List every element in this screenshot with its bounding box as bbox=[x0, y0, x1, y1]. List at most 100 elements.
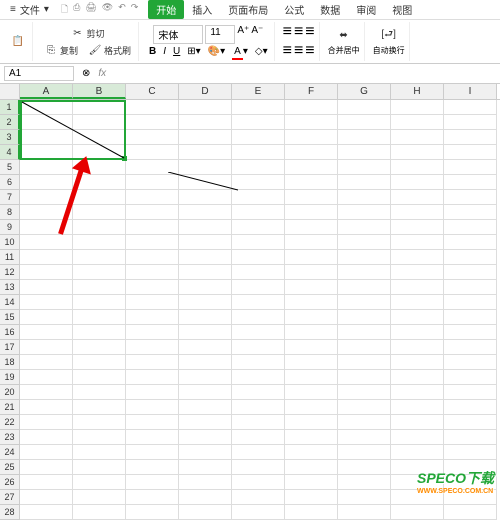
cell[interactable] bbox=[73, 130, 126, 145]
cell[interactable] bbox=[444, 130, 497, 145]
cell[interactable] bbox=[285, 280, 338, 295]
cell[interactable] bbox=[391, 295, 444, 310]
cell[interactable] bbox=[391, 370, 444, 385]
cell[interactable] bbox=[73, 115, 126, 130]
cell[interactable] bbox=[126, 310, 179, 325]
cell[interactable] bbox=[285, 430, 338, 445]
cell[interactable] bbox=[391, 505, 444, 520]
cell[interactable] bbox=[232, 430, 285, 445]
cell[interactable] bbox=[391, 400, 444, 415]
cell[interactable] bbox=[232, 265, 285, 280]
name-box[interactable]: A1 bbox=[4, 66, 74, 81]
cell[interactable] bbox=[444, 385, 497, 400]
cell[interactable] bbox=[179, 235, 232, 250]
tab-数据[interactable]: 数据 bbox=[312, 0, 348, 19]
cell[interactable] bbox=[126, 190, 179, 205]
cell[interactable] bbox=[444, 295, 497, 310]
cell[interactable] bbox=[338, 505, 391, 520]
cell[interactable] bbox=[73, 340, 126, 355]
qa-icon[interactable]: ↷ bbox=[131, 2, 139, 18]
cell[interactable] bbox=[338, 160, 391, 175]
cell[interactable] bbox=[391, 100, 444, 115]
cell[interactable] bbox=[232, 385, 285, 400]
cell[interactable] bbox=[20, 280, 73, 295]
cell[interactable] bbox=[20, 295, 73, 310]
align-middle-icon[interactable]: ≡ bbox=[294, 23, 303, 41]
cut-button[interactable]: ✂剪切 bbox=[68, 25, 108, 41]
cell[interactable] bbox=[179, 295, 232, 310]
cell[interactable] bbox=[444, 445, 497, 460]
row-header-21[interactable]: 21 bbox=[0, 400, 20, 415]
row-header-14[interactable]: 14 bbox=[0, 295, 20, 310]
format-painter-button[interactable]: 🖌格式刷 bbox=[85, 42, 134, 58]
cell[interactable] bbox=[73, 100, 126, 115]
cell[interactable] bbox=[338, 310, 391, 325]
cell[interactable] bbox=[20, 190, 73, 205]
cell[interactable] bbox=[391, 205, 444, 220]
cell[interactable] bbox=[391, 430, 444, 445]
cell[interactable] bbox=[391, 310, 444, 325]
cell[interactable] bbox=[126, 130, 179, 145]
cell[interactable] bbox=[73, 205, 126, 220]
cell[interactable] bbox=[444, 325, 497, 340]
cell[interactable] bbox=[285, 400, 338, 415]
cell[interactable] bbox=[232, 475, 285, 490]
cell[interactable] bbox=[285, 340, 338, 355]
tab-公式[interactable]: 公式 bbox=[276, 0, 312, 19]
cell[interactable] bbox=[338, 175, 391, 190]
cell[interactable] bbox=[338, 130, 391, 145]
qa-icon[interactable]: 👁 bbox=[102, 2, 113, 18]
cell[interactable] bbox=[73, 265, 126, 280]
cell[interactable] bbox=[126, 370, 179, 385]
cell[interactable] bbox=[232, 250, 285, 265]
cell[interactable] bbox=[338, 205, 391, 220]
cell[interactable] bbox=[20, 325, 73, 340]
row-header-17[interactable]: 17 bbox=[0, 340, 20, 355]
cell[interactable] bbox=[232, 235, 285, 250]
cell[interactable] bbox=[391, 115, 444, 130]
cell[interactable] bbox=[338, 190, 391, 205]
cell[interactable] bbox=[391, 130, 444, 145]
cell[interactable] bbox=[444, 265, 497, 280]
align-bottom-icon[interactable]: ≡ bbox=[305, 23, 314, 41]
cell[interactable] bbox=[338, 100, 391, 115]
cell[interactable] bbox=[232, 295, 285, 310]
cell[interactable] bbox=[285, 205, 338, 220]
cell[interactable] bbox=[126, 340, 179, 355]
cell[interactable] bbox=[126, 355, 179, 370]
cell[interactable] bbox=[179, 205, 232, 220]
cell[interactable] bbox=[20, 250, 73, 265]
auto-wrap-button[interactable]: [⮐] bbox=[379, 28, 399, 44]
cell[interactable] bbox=[126, 280, 179, 295]
cell[interactable] bbox=[126, 100, 179, 115]
cell[interactable] bbox=[20, 340, 73, 355]
cell[interactable] bbox=[126, 205, 179, 220]
grow-font-icon[interactable]: A⁺ bbox=[237, 25, 249, 44]
cell[interactable] bbox=[338, 460, 391, 475]
cell[interactable] bbox=[126, 160, 179, 175]
cell[interactable] bbox=[391, 340, 444, 355]
cell[interactable] bbox=[444, 310, 497, 325]
cell[interactable] bbox=[179, 430, 232, 445]
cell[interactable] bbox=[73, 475, 126, 490]
cell[interactable] bbox=[391, 385, 444, 400]
cell[interactable] bbox=[338, 355, 391, 370]
cell[interactable] bbox=[20, 385, 73, 400]
cell[interactable] bbox=[73, 325, 126, 340]
cell[interactable] bbox=[338, 475, 391, 490]
row-header-5[interactable]: 5 bbox=[0, 160, 20, 175]
cell[interactable] bbox=[338, 145, 391, 160]
row-header-25[interactable]: 25 bbox=[0, 460, 20, 475]
row-header-1[interactable]: 1 bbox=[0, 100, 20, 115]
cell[interactable] bbox=[179, 310, 232, 325]
cell[interactable] bbox=[126, 250, 179, 265]
cell[interactable] bbox=[232, 505, 285, 520]
cell[interactable] bbox=[73, 280, 126, 295]
cell[interactable] bbox=[232, 130, 285, 145]
cell[interactable] bbox=[232, 355, 285, 370]
cell[interactable] bbox=[126, 295, 179, 310]
cell[interactable] bbox=[73, 295, 126, 310]
row-header-19[interactable]: 19 bbox=[0, 370, 20, 385]
cell[interactable] bbox=[20, 175, 73, 190]
cell[interactable] bbox=[444, 415, 497, 430]
